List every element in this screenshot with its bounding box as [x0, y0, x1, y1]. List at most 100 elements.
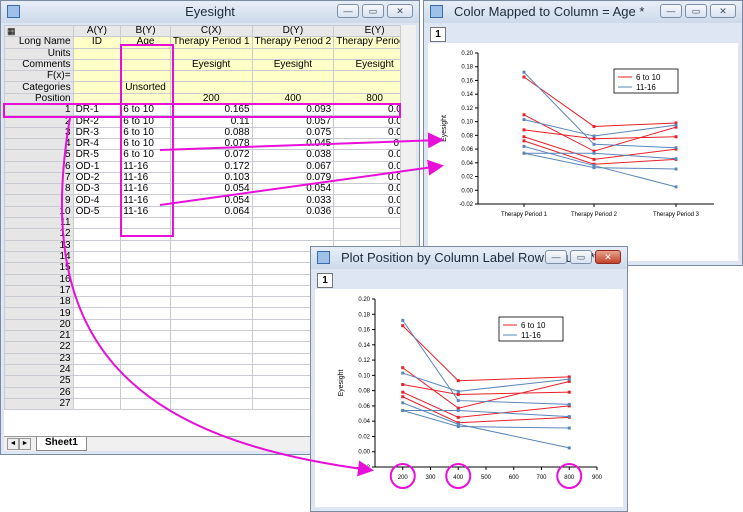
data-cell[interactable]: 11-16 [120, 194, 171, 207]
label-cell[interactable] [72, 92, 122, 106]
empty-cell[interactable] [72, 330, 122, 343]
row-header[interactable]: 4 [4, 137, 74, 151]
row-header[interactable]: 27 [4, 397, 74, 411]
empty-cell[interactable] [120, 318, 171, 332]
empty-cell[interactable] [72, 239, 122, 252]
data-cell[interactable]: 0.088 [169, 126, 253, 139]
data-cell[interactable]: 0.054 [169, 194, 253, 207]
data-cell[interactable]: 6 to 10 [120, 115, 171, 128]
data-cell[interactable]: 0.045 [251, 137, 335, 151]
empty-cell[interactable] [169, 217, 253, 230]
empty-cell[interactable] [169, 273, 253, 286]
data-cell[interactable]: 11-16 [120, 183, 171, 196]
data-cell[interactable]: 0.079 [251, 171, 335, 185]
data-cell[interactable]: DR-4 [72, 137, 122, 151]
empty-cell[interactable] [72, 228, 122, 241]
row-header[interactable]: 25 [4, 375, 74, 388]
empty-cell[interactable] [169, 239, 253, 252]
empty-cell[interactable] [120, 307, 171, 320]
data-cell[interactable]: 0.075 [251, 126, 335, 139]
restore-button[interactable]: ▭ [685, 4, 707, 18]
grid-corner-icon[interactable]: ▦ [4, 25, 74, 38]
label-cell[interactable] [120, 47, 171, 60]
empty-cell[interactable] [169, 250, 253, 264]
layer-indicator[interactable]: 1 [317, 273, 333, 288]
empty-cell[interactable] [72, 375, 122, 388]
close-button[interactable]: ✕ [595, 250, 621, 264]
graph2-window[interactable]: Plot Position by Column Label Row Values… [310, 246, 628, 512]
data-cell[interactable]: 11-16 [120, 171, 171, 185]
label-cell[interactable] [251, 70, 335, 83]
empty-cell[interactable] [72, 318, 122, 332]
empty-cell[interactable] [72, 284, 122, 298]
restore-button[interactable]: ▭ [362, 4, 384, 18]
row-header[interactable]: 24 [4, 363, 74, 377]
data-cell[interactable]: OD-1 [72, 160, 122, 173]
label-cell[interactable] [72, 70, 122, 83]
data-cell[interactable]: 11-16 [120, 205, 171, 219]
restore-button[interactable]: ▭ [570, 250, 592, 264]
empty-cell[interactable] [169, 363, 253, 377]
row-header[interactable]: 7 [4, 171, 74, 185]
data-cell[interactable]: 0.057 [251, 115, 335, 128]
empty-cell[interactable] [251, 217, 335, 230]
label-cell[interactable] [120, 58, 171, 72]
empty-cell[interactable] [169, 386, 253, 399]
close-button[interactable]: ✕ [387, 4, 413, 18]
data-cell[interactable]: 6 to 10 [120, 104, 171, 117]
data-cell[interactable]: 0.165 [169, 104, 253, 117]
empty-cell[interactable] [120, 296, 171, 309]
data-cell[interactable]: DR-5 [72, 149, 122, 162]
empty-cell[interactable] [169, 307, 253, 320]
row-header[interactable]: 22 [4, 341, 74, 354]
label-cell[interactable]: Unsorted [120, 81, 171, 94]
row-header[interactable]: 15 [4, 262, 74, 275]
row-header[interactable]: 8 [4, 183, 74, 196]
empty-cell[interactable] [72, 397, 122, 411]
label-cell[interactable]: Therapy Period 2 [251, 36, 335, 49]
label-cell[interactable]: 200 [169, 92, 253, 106]
label-row-header[interactable]: Comments [4, 58, 74, 72]
label-cell[interactable] [169, 81, 253, 94]
row-header[interactable]: 26 [4, 386, 74, 399]
empty-cell[interactable] [169, 318, 253, 332]
empty-cell[interactable] [169, 296, 253, 309]
data-cell[interactable]: 0.054 [251, 183, 335, 196]
label-cell[interactable] [120, 70, 171, 83]
data-cell[interactable]: 0.054 [169, 183, 253, 196]
row-header[interactable]: 10 [4, 205, 74, 219]
minimize-button[interactable]: — [545, 250, 567, 264]
empty-cell[interactable] [120, 330, 171, 343]
empty-cell[interactable] [169, 341, 253, 354]
empty-cell[interactable] [169, 375, 253, 388]
data-cell[interactable]: OD-3 [72, 183, 122, 196]
data-cell[interactable]: 0.036 [251, 205, 335, 219]
label-row-header[interactable]: Position [4, 92, 74, 106]
empty-cell[interactable] [251, 228, 335, 241]
label-cell[interactable] [120, 92, 171, 106]
label-row-header[interactable]: Long Name [4, 36, 74, 49]
empty-cell[interactable] [72, 217, 122, 230]
tab-prev-button[interactable]: ◄ [7, 438, 19, 450]
label-cell[interactable]: 400 [251, 92, 335, 106]
row-header[interactable]: 2 [4, 115, 74, 128]
graph1-titlebar[interactable]: Color Mapped to Column = Age * — ▭ ✕ [424, 1, 742, 23]
label-row-header[interactable]: Units [4, 47, 74, 60]
row-header[interactable]: 16 [4, 273, 74, 286]
data-cell[interactable]: 0.033 [251, 194, 335, 207]
data-cell[interactable]: 11-16 [120, 160, 171, 173]
empty-cell[interactable] [72, 386, 122, 399]
empty-cell[interactable] [120, 273, 171, 286]
row-header[interactable]: 23 [4, 352, 74, 365]
empty-cell[interactable] [120, 284, 171, 298]
empty-cell[interactable] [120, 397, 171, 411]
row-header[interactable]: 3 [4, 126, 74, 139]
empty-cell[interactable] [72, 250, 122, 264]
empty-cell[interactable] [72, 273, 122, 286]
data-cell[interactable]: DR-3 [72, 126, 122, 139]
column-header[interactable]: C(X) [169, 25, 253, 38]
empty-cell[interactable] [120, 363, 171, 377]
label-row-header[interactable]: F(x)= [4, 70, 74, 83]
label-row-header[interactable]: Categories [4, 81, 74, 94]
label-cell[interactable] [251, 47, 335, 60]
